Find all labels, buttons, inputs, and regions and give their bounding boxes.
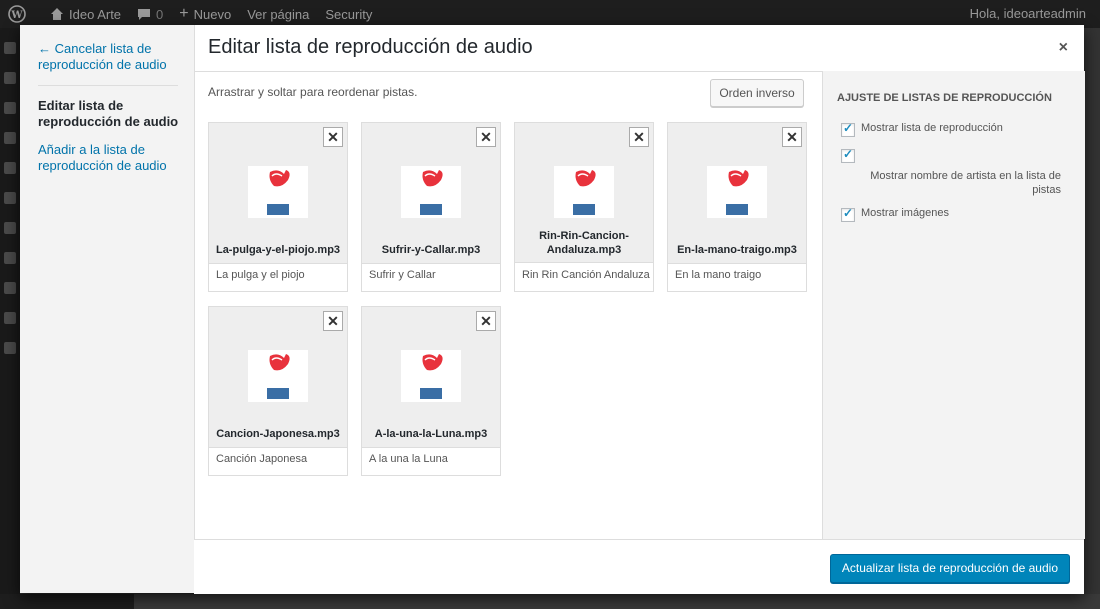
- shield-icon[interactable]: [4, 342, 16, 354]
- track-card[interactable]: En-la-mano-traigo.mp3 En la mano traigo …: [667, 122, 807, 292]
- remove-track-icon[interactable]: ✕: [323, 311, 343, 331]
- comments-link[interactable]: 0: [137, 7, 163, 22]
- update-playlist-button[interactable]: Actualizar lista de reproducción de audi…: [829, 554, 1070, 583]
- remove-track-icon[interactable]: ✕: [476, 127, 496, 147]
- wordpress-logo-icon[interactable]: W: [0, 5, 34, 23]
- comments-menu-icon[interactable]: [4, 162, 16, 174]
- drag-instructions: Arrastrar y soltar para reordenar pistas…: [208, 85, 418, 99]
- site-name: Ideo Arte: [69, 6, 122, 22]
- show-images-label[interactable]: Mostrar imágenes: [861, 207, 949, 219]
- site-name-link[interactable]: Ideo Arte: [50, 7, 121, 22]
- track-card[interactable]: La-pulga-y-el-piojo.mp3 La pulga y el pi…: [208, 122, 348, 292]
- track-filename: Sufrir-y-Callar.mp3: [362, 237, 500, 264]
- ideo-arte-logo: [248, 166, 308, 218]
- pin-icon[interactable]: [4, 72, 16, 84]
- admin-menu-strip: [0, 28, 20, 609]
- track-filename: Rin-Rin-Cancion-Andaluza.mp3: [515, 223, 653, 263]
- track-caption[interactable]: Rin Rin Canción Andaluza: [522, 269, 650, 281]
- track-filename: La-pulga-y-el-piojo.mp3: [209, 237, 347, 264]
- modal-menu: ← Cancelar lista de reproducción de audi…: [20, 25, 195, 593]
- modal-title-bar: Editar lista de reproducción de audio ×: [194, 25, 1084, 72]
- remove-track-icon[interactable]: ✕: [323, 127, 343, 147]
- view-page-label: Ver página: [247, 6, 310, 22]
- show-playlist-label[interactable]: Mostrar lista de reproducción: [861, 122, 1003, 134]
- track-card[interactable]: Cancion-Japonesa.mp3 Canción Japonesa ✕: [208, 306, 348, 476]
- home-icon: [51, 8, 63, 20]
- edit-playlist-menu-item[interactable]: Editar lista de reproducción de audio: [20, 98, 188, 130]
- new-label: Nuevo: [193, 6, 232, 22]
- track-caption[interactable]: A la una la Luna: [369, 453, 448, 465]
- settings-heading: AJUSTE DE LISTAS DE REPRODUCCIÓN: [837, 92, 1052, 104]
- ideo-arte-logo: [401, 350, 461, 402]
- track-card[interactable]: Rin-Rin-Cancion-Andaluza.mp3 Rin Rin Can…: [514, 122, 654, 292]
- track-filename: En-la-mano-traigo.mp3: [668, 237, 806, 264]
- track-card[interactable]: A-la-una-la-Luna.mp3 A la una la Luna ✕: [361, 306, 501, 476]
- playlist-settings-sidebar: AJUSTE DE LISTAS DE REPRODUCCIÓN Mostrar…: [822, 71, 1085, 539]
- show-artist-label[interactable]: Mostrar nombre de artista en la lista de…: [863, 169, 1061, 197]
- remove-track-icon[interactable]: ✕: [782, 127, 802, 147]
- dashboard-icon[interactable]: [4, 42, 16, 54]
- ideo-arte-logo: [248, 350, 308, 402]
- plus-icon: +: [179, 5, 189, 22]
- modal-footer: Actualizar lista de reproducción de audi…: [194, 539, 1084, 594]
- tools-icon[interactable]: [4, 282, 16, 294]
- ideo-arte-logo: [554, 166, 614, 218]
- security-link[interactable]: Security: [325, 7, 372, 22]
- new-content-link[interactable]: + Nuevo: [179, 5, 231, 23]
- track-caption[interactable]: Canción Japonesa: [216, 453, 307, 465]
- playlist-modal: ← Cancelar lista de reproducción de audi…: [20, 25, 1085, 594]
- ideo-arte-logo: [401, 166, 461, 218]
- pages-icon[interactable]: [4, 132, 16, 144]
- reverse-order-button[interactable]: Orden inverso: [710, 79, 804, 107]
- track-caption[interactable]: En la mano traigo: [675, 269, 761, 281]
- close-icon[interactable]: ×: [1059, 39, 1068, 57]
- users-icon[interactable]: [4, 252, 16, 264]
- plugins-icon[interactable]: [4, 222, 16, 234]
- remove-track-icon[interactable]: ✕: [476, 311, 496, 331]
- bottom-bar: [0, 594, 1100, 609]
- view-page-link[interactable]: Ver página: [247, 7, 309, 22]
- remove-track-icon[interactable]: ✕: [629, 127, 649, 147]
- show-playlist-checkbox[interactable]: [841, 121, 855, 137]
- ideo-arte-logo: [707, 166, 767, 218]
- menu-separator: [38, 85, 178, 86]
- media-icon[interactable]: [4, 102, 16, 114]
- playlist-content: Arrastrar y soltar para reordenar pistas…: [194, 71, 822, 539]
- svg-text:W: W: [10, 10, 23, 21]
- show-artist-checkbox[interactable]: [841, 147, 855, 163]
- comment-icon: [138, 9, 151, 20]
- page-title: Editar lista de reproducción de audio: [208, 36, 533, 58]
- add-to-playlist-link[interactable]: Añadir a la lista de reproducción de aud…: [20, 142, 183, 174]
- security-label: Security: [325, 6, 373, 22]
- settings-icon[interactable]: [4, 312, 16, 324]
- track-filename: Cancion-Japonesa.mp3: [209, 421, 347, 448]
- comment-count: 0: [156, 6, 164, 22]
- user-greeting[interactable]: Hola, ideoarteadmin: [970, 6, 1086, 21]
- track-caption[interactable]: Sufrir y Callar: [369, 269, 436, 281]
- cancel-playlist-link[interactable]: ← Cancelar lista de reproducción de audi…: [20, 41, 178, 73]
- track-filename: A-la-una-la-Luna.mp3: [362, 421, 500, 448]
- appearance-icon[interactable]: [4, 192, 16, 204]
- show-images-checkbox[interactable]: [841, 206, 855, 222]
- track-caption[interactable]: La pulga y el piojo: [216, 269, 305, 281]
- track-card[interactable]: Sufrir-y-Callar.mp3 Sufrir y Callar ✕: [361, 122, 501, 292]
